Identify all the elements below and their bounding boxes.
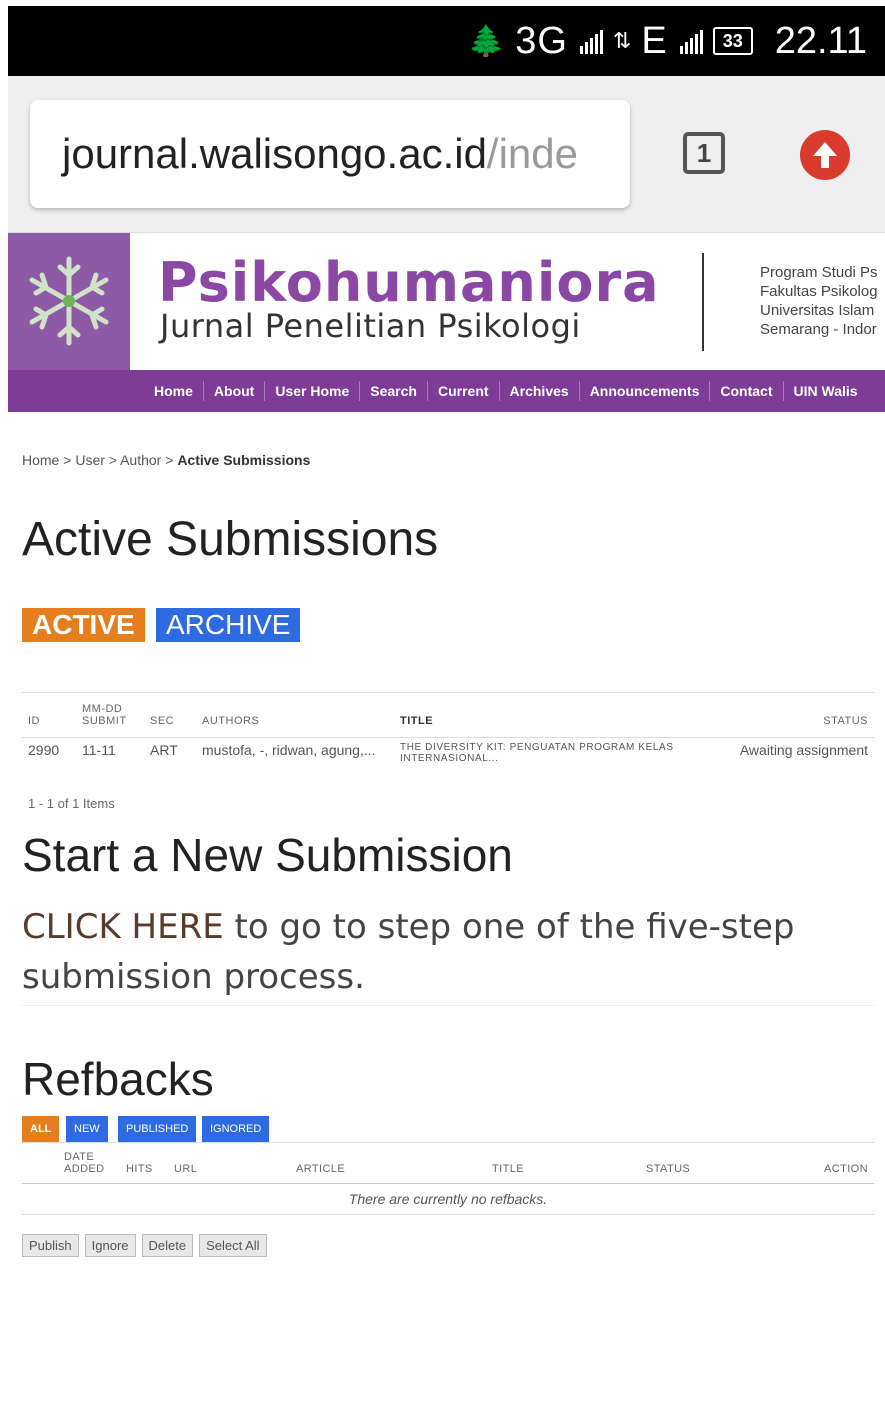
journal-subtitle: Jurnal Penelitian Psikologi — [160, 307, 581, 345]
nav-current[interactable]: Current — [428, 381, 500, 401]
filter-ignored[interactable]: IGNORED — [202, 1116, 270, 1142]
col-date-added-bottom: ADDED — [64, 1163, 105, 1175]
cell-authors: mustofa, -, ridwan, agung,... — [202, 742, 376, 758]
col-date-bottom: SUBMIT — [82, 715, 127, 727]
col-url[interactable]: URL — [168, 1142, 290, 1184]
tab-active[interactable]: ACTIVE — [22, 608, 145, 642]
journal-logo[interactable] — [8, 233, 130, 371]
refback-actions: Publish Ignore Delete Select All — [22, 1234, 267, 1257]
url-text: journal.walisongo.ac.id/inde — [62, 130, 578, 178]
breadcrumb-home[interactable]: Home — [22, 452, 59, 468]
col-date-added-top: DATE — [64, 1151, 95, 1163]
arrow-up-icon — [813, 142, 837, 168]
cell-status-link[interactable]: Awaiting assignment — [726, 738, 874, 769]
delete-button[interactable]: Delete — [141, 1234, 194, 1257]
col-action: ACTION — [802, 1142, 874, 1184]
page-title: Active Submissions — [22, 513, 439, 566]
filter-published[interactable]: PUBLISHED — [118, 1116, 197, 1142]
url-path: /inde — [486, 130, 578, 177]
col-date-added[interactable]: DATE ADDED — [58, 1142, 120, 1184]
browser-toolbar: journal.walisongo.ac.id/inde 1 — [8, 76, 885, 232]
main-nav: Home About User Home Search Current Arch… — [8, 370, 885, 412]
site-header: Psikohumaniora Jurnal Penelitian Psikolo… — [8, 232, 885, 371]
nav-home[interactable]: Home — [144, 381, 204, 401]
publish-button[interactable]: Publish — [22, 1234, 79, 1257]
table-row: There are currently no refbacks. — [22, 1183, 874, 1215]
nav-archives[interactable]: Archives — [500, 381, 580, 401]
url-domain: journal.walisongo.ac.id — [62, 130, 487, 177]
ignore-button[interactable]: Ignore — [84, 1234, 136, 1257]
journal-title: Psikohumaniora — [158, 251, 660, 314]
refbacks-heading: Refbacks — [22, 1053, 214, 1105]
filter-new[interactable]: NEW — [66, 1116, 108, 1142]
breadcrumb-separator: > — [165, 452, 174, 468]
col-date-top: MM-DD — [82, 703, 123, 715]
cell-sec: ART — [150, 742, 178, 758]
nav-announcements[interactable]: Announcements — [580, 381, 711, 401]
col-checkbox — [22, 1142, 58, 1184]
breadcrumb-separator: > — [63, 452, 72, 468]
nav-uin[interactable]: UIN Walis — [784, 381, 868, 401]
signal-bars-icon — [579, 28, 603, 54]
institution-info: Program Studi Ps Fakultas Psikolog Unive… — [760, 263, 878, 339]
tree-icon: 🌲 — [467, 24, 506, 58]
tab-archive[interactable]: ARCHIVE — [156, 608, 301, 642]
table-row: 2990 11-11 ART mustofa, -, ridwan, agung… — [22, 738, 874, 769]
breadcrumb: Home > User > Author > Active Submission… — [22, 452, 310, 468]
col-date[interactable]: MM-DD SUBMIT — [76, 692, 144, 738]
data-arrows-icon: ⇅ — [612, 28, 632, 53]
col-title[interactable]: TITLE — [486, 1142, 640, 1184]
snowflake-logo-icon — [29, 256, 109, 346]
status-bar: 🌲 3G ⇅ E 33 22.11 — [8, 6, 885, 76]
col-status[interactable]: STATUS — [726, 692, 874, 738]
institution-line: Program Studi Ps — [760, 264, 878, 281]
col-title[interactable]: TITLE — [394, 692, 726, 738]
institution-line: Fakultas Psikolog — [760, 283, 878, 300]
new-submission-heading: Start a New Submission — [22, 829, 513, 881]
col-hits[interactable]: HITS — [120, 1142, 168, 1184]
cell-id: 2990 — [28, 742, 60, 758]
divider — [22, 1005, 874, 1006]
address-bar[interactable]: journal.walisongo.ac.id/inde — [30, 100, 630, 208]
signal-bars-icon-2 — [679, 28, 703, 54]
network-3g-label: 3G — [515, 19, 568, 62]
breadcrumb-current: Active Submissions — [177, 452, 311, 468]
col-article[interactable]: ARTICLE — [290, 1142, 486, 1184]
col-id[interactable]: ID — [22, 692, 76, 738]
col-status[interactable]: STATUS — [640, 1142, 802, 1184]
cell-title-link[interactable]: THE DIVERSITY KIT: PENGUATAN PROGRAM KEL… — [394, 738, 726, 769]
new-submission-text: CLICK HERE to go to step one of the five… — [22, 902, 822, 1002]
nav-search[interactable]: Search — [360, 381, 428, 401]
breadcrumb-user[interactable]: User — [75, 452, 105, 468]
nav-user-home[interactable]: User Home — [265, 381, 361, 401]
phone-screen: 🌲 3G ⇅ E 33 22.11 journal.walisongo.ac.i… — [8, 6, 885, 1410]
empty-message: There are currently no refbacks. — [22, 1183, 874, 1215]
items-count: 1 - 1 of 1 Items — [28, 796, 115, 811]
upload-button[interactable] — [800, 130, 850, 180]
col-sec[interactable]: SEC — [144, 692, 196, 738]
header-divider — [702, 253, 704, 351]
cell-date: 11-11 — [82, 742, 116, 758]
refbacks-table: DATE ADDED HITS URL ARTICLE TITLE STATUS … — [22, 1142, 874, 1215]
filter-all[interactable]: ALL — [22, 1116, 60, 1142]
network-e-label: E — [641, 19, 668, 62]
breadcrumb-author[interactable]: Author — [120, 452, 161, 468]
submissions-table: ID MM-DD SUBMIT SEC AUTHORS TITLE STATUS … — [22, 692, 874, 768]
tabs-button[interactable]: 1 — [683, 132, 725, 174]
battery-icon: 33 — [712, 27, 753, 55]
nav-contact[interactable]: Contact — [710, 381, 784, 401]
select-all-button[interactable]: Select All — [199, 1234, 267, 1257]
clock: 22.11 — [774, 19, 867, 62]
click-here-link[interactable]: CLICK HERE — [22, 907, 224, 947]
institution-line: Semarang - Indor — [760, 321, 877, 338]
col-authors[interactable]: AUTHORS — [196, 692, 394, 738]
breadcrumb-separator: > — [108, 452, 117, 468]
institution-line: Universitas Islam — [760, 302, 875, 319]
nav-about[interactable]: About — [204, 381, 266, 401]
